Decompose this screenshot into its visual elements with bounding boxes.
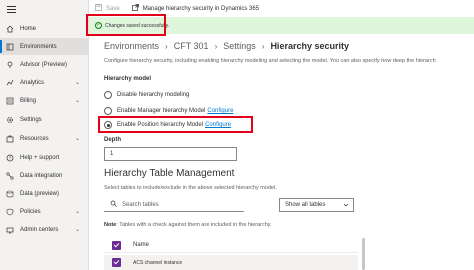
note-text: Note: Tables with a check against them a… bbox=[104, 222, 272, 228]
row-checkbox[interactable] bbox=[112, 258, 121, 267]
radio-disable-hierarchy[interactable]: Disable hierarchy modeling bbox=[104, 90, 189, 100]
table-header: Name bbox=[104, 238, 358, 253]
radio-manager-hierarchy[interactable]: Enable Manager hierarchy Model Configure bbox=[104, 106, 233, 116]
svg-text:?: ? bbox=[9, 155, 12, 160]
sidebar-item-home[interactable]: Home bbox=[0, 20, 88, 37]
environments-icon bbox=[6, 43, 14, 51]
sidebar-item-resources[interactable]: Resources ⌄ bbox=[0, 130, 88, 147]
sidebar-item-help[interactable]: ? Help + support bbox=[0, 149, 88, 166]
help-icon: ? bbox=[6, 154, 14, 162]
chevron-right-icon: › bbox=[261, 41, 265, 51]
search-input[interactable]: Search tables bbox=[104, 198, 244, 212]
chevron-down-icon: ⌄ bbox=[74, 209, 80, 215]
table-management-heading: Hierarchy Table Management bbox=[104, 168, 235, 179]
breadcrumb-environment-name[interactable]: CFT 301 bbox=[174, 41, 209, 51]
chevron-down-icon: ⌄ bbox=[74, 98, 80, 104]
sidebar-item-admin-centers[interactable]: Admin centers ⌄ bbox=[0, 221, 88, 238]
chevron-down-icon: ⌄ bbox=[74, 227, 80, 233]
chevron-right-icon: › bbox=[165, 41, 168, 51]
save-button[interactable]: Save bbox=[95, 4, 120, 13]
policies-icon bbox=[6, 208, 14, 216]
search-icon bbox=[110, 200, 117, 209]
radio-button[interactable] bbox=[104, 107, 112, 115]
advisor-icon bbox=[6, 61, 14, 69]
admin-centers-icon bbox=[6, 226, 14, 234]
chevron-down-icon bbox=[343, 202, 349, 210]
sidebar-item-billing[interactable]: Billing ⌄ bbox=[0, 92, 88, 109]
breadcrumb-environments[interactable]: Environments bbox=[104, 41, 159, 51]
configure-manager-link[interactable]: Configure bbox=[207, 108, 233, 114]
sidebar: Home Environments Advisor (Preview) Anal… bbox=[0, 0, 89, 270]
banner-highlight-box bbox=[86, 14, 166, 36]
billing-icon bbox=[6, 97, 14, 105]
breadcrumb: Environments › CFT 301 › Settings › Hier… bbox=[104, 41, 349, 51]
depth-field[interactable]: 1 bbox=[104, 147, 237, 161]
open-external-icon bbox=[131, 4, 139, 13]
table-filter-dropdown[interactable]: Show all tables bbox=[279, 198, 354, 212]
select-all-checkbox[interactable] bbox=[112, 240, 121, 250]
sidebar-item-data-integration[interactable]: Data integration bbox=[0, 167, 88, 184]
table-management-description: Select tables to include/exclude in the … bbox=[104, 185, 277, 191]
resources-icon bbox=[6, 135, 14, 143]
chevron-down-icon: ⌄ bbox=[74, 80, 80, 86]
table-cell-name: ACS channel instance bbox=[133, 259, 183, 266]
scrollbar[interactable] bbox=[362, 238, 365, 270]
column-header-name[interactable]: Name bbox=[133, 242, 149, 248]
chevron-right-icon: › bbox=[214, 41, 218, 51]
table-row[interactable]: ACS channel instance bbox=[104, 255, 358, 270]
hamburger-menu-icon[interactable] bbox=[7, 6, 16, 13]
data-preview-icon bbox=[6, 190, 14, 198]
analytics-icon bbox=[6, 79, 14, 87]
sidebar-item-data-preview[interactable]: Data (preview) bbox=[0, 185, 88, 202]
depth-label: Depth bbox=[104, 137, 121, 143]
data-integration-icon bbox=[6, 171, 14, 180]
hierarchy-model-label: Hierarchy model bbox=[104, 76, 152, 82]
save-icon bbox=[95, 4, 102, 13]
breadcrumb-settings[interactable]: Settings bbox=[223, 41, 256, 51]
manage-hierarchy-link[interactable]: Manage hierarchy security in Dynamics 36… bbox=[131, 4, 259, 13]
chevron-down-icon: ⌄ bbox=[74, 136, 80, 142]
option-highlight-box bbox=[98, 116, 253, 133]
sidebar-item-environments[interactable]: Environments bbox=[0, 38, 88, 55]
sidebar-item-analytics[interactable]: Analytics ⌄ bbox=[0, 74, 88, 91]
sidebar-item-policies[interactable]: Policies ⌄ bbox=[0, 203, 88, 220]
page-title: Hierarchy security bbox=[270, 41, 349, 51]
sidebar-item-settings[interactable]: Settings bbox=[0, 111, 88, 128]
home-icon bbox=[6, 25, 14, 33]
radio-button[interactable] bbox=[104, 91, 112, 99]
gear-icon bbox=[6, 116, 14, 124]
sidebar-item-advisor[interactable]: Advisor (Preview) bbox=[0, 56, 88, 73]
page-description: Configure hierarchy security, including … bbox=[104, 58, 436, 64]
